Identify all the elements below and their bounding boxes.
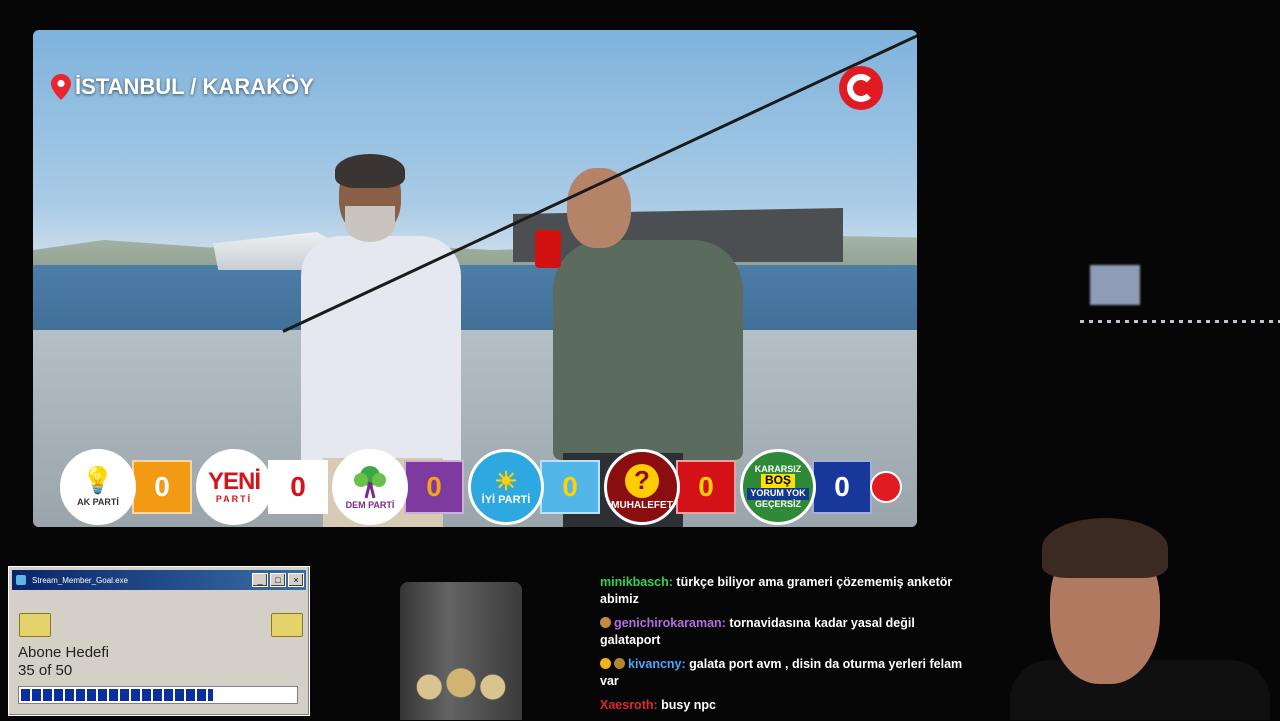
vote-bar: 💡 AK PARTİ 0 YENİ PARTİ 0 DEM PARTİ 0 ☀ … [60,448,910,526]
vote-count-ak: 0 [132,460,192,514]
chat-username: Xaesroth: [600,698,658,712]
chat-message: genichirokaraman: tornavidasına kadar ya… [600,615,970,649]
subscriber-badge-icon [600,658,611,669]
chat-message: minikbasch: türkçe biliyor ama grameri ç… [600,574,970,608]
night-background [930,250,1280,360]
sun-icon: ☀ [494,466,518,496]
iyi-parti-logo: ☀ İYİ PARTİ [468,449,544,525]
chat-overlay: minikbasch: türkçe biliyor ama grameri ç… [600,574,970,721]
dem-parti-logo: DEM PARTİ [332,449,408,525]
window-title: Stream_Member_Goal.exe [32,575,129,585]
close-button[interactable]: × [288,573,304,587]
emote-badge-icon [614,658,625,669]
location-caption: İSTANBUL / KARAKÖY [51,74,314,100]
maximize-button[interactable]: □ [270,573,286,587]
open-folder-icon [271,613,303,637]
chat-message: kivancny: galata port avm , disin da otu… [600,656,970,690]
yeni-parti-logo: YENİ PARTİ [196,449,272,525]
channel-mini-logo [870,471,902,503]
chat-text: busy npc [661,698,717,712]
location-text: İSTANBUL / KARAKÖY [75,74,314,99]
goal-count: 35 of 50 [18,662,73,679]
chat-message: Xaesroth: busy npc [600,697,970,714]
streamer-webcam [1010,510,1280,720]
chat-username: kivancny: [628,657,686,671]
coins [408,666,514,708]
channel-logo [839,66,883,110]
kararsiz-logo: KARARSIZ BOŞ YORUM YOK GEÇERSİZ [740,449,816,525]
vote-count-iyi: 0 [540,460,600,514]
chat-username: minikbasch: [600,575,673,589]
microphone [535,230,561,268]
emote-badge-icon [600,617,611,628]
goal-label: Abone Hedefi [18,644,109,661]
app-icon [16,575,26,585]
minimize-button[interactable]: _ [252,573,268,587]
chat-username: genichirokaraman: [614,616,726,630]
tree-icon [354,466,386,499]
vote-count-kararsiz: 0 [812,460,872,514]
interview-video: İSTANBUL / KARAKÖY 💡 AK PARTİ 0 YENİ PAR… [33,30,917,527]
goal-progress-bar [18,686,298,704]
location-pin-icon [51,74,71,100]
window-titlebar: Stream_Member_Goal.exe _ □ × [12,570,306,590]
vote-count-yeni: 0 [268,460,328,514]
lightbulb-icon: 💡 [81,465,115,495]
question-mark-icon: ? [625,463,659,498]
ak-parti-logo: 💡 AK PARTİ [60,449,136,525]
folder-icon [19,613,51,637]
subscriber-goal-window: Stream_Member_Goal.exe _ □ × Abone Hedef… [8,566,310,716]
vote-count-dem: 0 [404,460,464,514]
muhalefet-logo: ? MUHALEFET [604,449,680,525]
tip-glass [400,582,522,720]
vote-count-muhalefet: 0 [676,460,736,514]
goal-progress-fill [21,689,213,701]
